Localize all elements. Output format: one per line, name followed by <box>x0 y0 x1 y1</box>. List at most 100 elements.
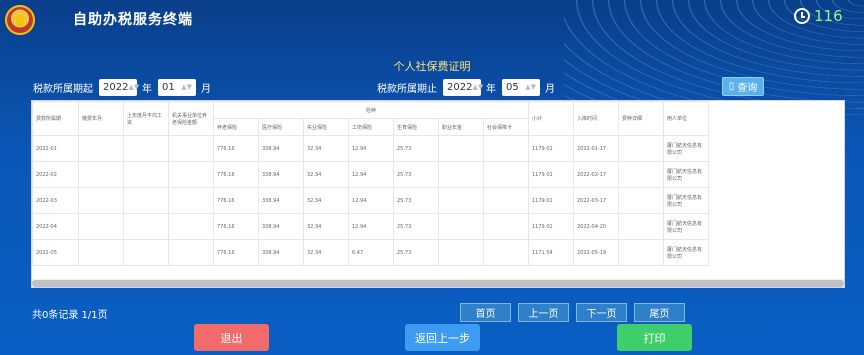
table-cell <box>618 213 664 240</box>
table-cell <box>438 239 484 266</box>
table-cell: 2022-03 <box>32 187 79 214</box>
query-button[interactable]: ▯ 查询 <box>722 77 764 96</box>
table-cell <box>123 187 169 214</box>
col-header: 机关事业单位养老保险金额 <box>168 101 214 136</box>
table-cell: 25.73 <box>393 135 439 162</box>
table-cell: 338.94 <box>258 187 304 214</box>
back-button[interactable]: 返回上一步 <box>405 324 480 351</box>
tax-logo-icon <box>5 5 35 35</box>
pager-summary: 共0条记录 1/1页 <box>32 310 108 321</box>
table-cell: 776.16 <box>213 213 259 240</box>
end-year-select[interactable]: 2022 ▲▼ <box>443 78 483 96</box>
table-cell: 2022-02-17 <box>573 161 619 188</box>
month-unit: 月 <box>545 83 555 95</box>
table-cell <box>483 135 529 162</box>
start-year-select[interactable]: 2022 ▲▼ <box>99 78 139 96</box>
col-header: 上年度月平均工资 <box>123 101 169 136</box>
table-cell: 厦门航天信息有限公司 <box>663 135 709 162</box>
table-cell <box>483 239 529 266</box>
prev-page-button[interactable]: 上一页 <box>518 303 569 322</box>
table-cell: 1171.54 <box>528 239 574 266</box>
table-cell: 776.16 <box>213 161 259 188</box>
table-cell: 2022-02 <box>32 161 79 188</box>
table-cell <box>78 239 124 266</box>
social-insurance-table: 费款所属期 缴费年月 上年度月平均工资 机关事业单位养老保险金额 险种 小计 入… <box>31 100 845 288</box>
col-header: 社会保障卡 <box>483 118 529 136</box>
table-cell: 2022-01-17 <box>573 135 619 162</box>
col-header: 费款所属期 <box>32 101 79 136</box>
year-unit: 年 <box>486 83 496 95</box>
scrollbar-thumb[interactable] <box>32 280 844 287</box>
col-header: 入库时间 <box>573 101 619 136</box>
table-cell: 1179.01 <box>528 161 574 188</box>
table-cell <box>123 135 169 162</box>
table-cell: 2022-05-19 <box>573 239 619 266</box>
clock-icon <box>794 8 810 24</box>
table-cell <box>78 135 124 162</box>
table-cell <box>168 239 214 266</box>
end-month-select[interactable]: 05 ▲▼ <box>502 78 540 96</box>
col-header: 生育保险 <box>393 118 439 136</box>
table-cell <box>123 213 169 240</box>
col-header: 缴费年月 <box>78 101 124 136</box>
table-cell: 32.34 <box>303 213 349 240</box>
table-cell: 1179.01 <box>528 135 574 162</box>
horizontal-scrollbar[interactable] <box>32 279 844 287</box>
month-unit: 月 <box>201 83 211 95</box>
table-cell <box>123 239 169 266</box>
table-body: 2022-01 776.16 338.94 32.34 12.94 25.73 1179.0… <box>32 135 709 266</box>
table-cell: 12.94 <box>348 161 394 188</box>
table-cell: 2022-01 <box>32 135 79 162</box>
table-cell: 25.73 <box>393 239 439 266</box>
table-cell: 25.73 <box>393 187 439 214</box>
table-cell: 2022-03-17 <box>573 187 619 214</box>
col-header: 医疗保险 <box>258 118 304 136</box>
print-button[interactable]: 打印 <box>617 324 692 351</box>
last-page-button[interactable]: 尾页 <box>634 303 685 322</box>
table-cell <box>618 239 664 266</box>
table-cell: 12.94 <box>348 187 394 214</box>
table-cell: 338.94 <box>258 161 304 188</box>
first-page-button[interactable]: 首页 <box>460 303 511 322</box>
table-cell <box>438 213 484 240</box>
col-header: 费种详细 <box>618 101 664 136</box>
col-header: 职业年金 <box>438 118 484 136</box>
col-header: 失业保险 <box>303 118 349 136</box>
table-cell: 338.94 <box>258 213 304 240</box>
table-cell <box>618 187 664 214</box>
table-cell <box>618 161 664 188</box>
table-cell: 厦门航天信息有限公司 <box>663 239 709 266</box>
table-cell: 2022-05 <box>32 239 79 266</box>
period-start-filter: 税款所属期起 2022 ▲▼ 年 01 ▲▼ 月 <box>33 78 217 96</box>
countdown-value: 116 <box>814 7 843 25</box>
col-header: 用人单位 <box>663 101 709 136</box>
year-unit: 年 <box>142 83 152 95</box>
table-cell <box>78 161 124 188</box>
table-cell: 1179.01 <box>528 213 574 240</box>
exit-button[interactable]: 退出 <box>194 324 269 351</box>
table-cell: 32.34 <box>303 187 349 214</box>
table-cell: 25.73 <box>393 213 439 240</box>
page-title: 个人社保费证明 <box>393 60 471 73</box>
table-cell: 338.94 <box>258 135 304 162</box>
table-cell <box>483 161 529 188</box>
col-header: 工伤保险 <box>348 118 394 136</box>
table-cell: 32.34 <box>303 135 349 162</box>
table-cell: 12.94 <box>348 213 394 240</box>
start-month-select[interactable]: 01 ▲▼ <box>158 78 196 96</box>
table-cell <box>168 187 214 214</box>
table-cell <box>168 161 214 188</box>
header-row-top: 费款所属期 缴费年月 上年度月平均工资 机关事业单位养老保险金额 险种 小计 入… <box>32 101 709 136</box>
table-row: 2022-02 776.16 338.94 32.34 12.94 25.73 1179.0… <box>32 161 709 188</box>
table-cell <box>78 187 124 214</box>
search-icon: ▯ <box>728 81 735 92</box>
table-cell: 25.73 <box>393 161 439 188</box>
table-cell <box>618 135 664 162</box>
table-cell: 776.16 <box>213 239 259 266</box>
table-cell <box>168 213 214 240</box>
table-cell: 厦门航天信息有限公司 <box>663 213 709 240</box>
table-cell: 厦门航天信息有限公司 <box>663 161 709 188</box>
table-cell <box>123 161 169 188</box>
next-page-button[interactable]: 下一页 <box>576 303 627 322</box>
header: 自助办税服务终端 116 <box>0 0 864 40</box>
